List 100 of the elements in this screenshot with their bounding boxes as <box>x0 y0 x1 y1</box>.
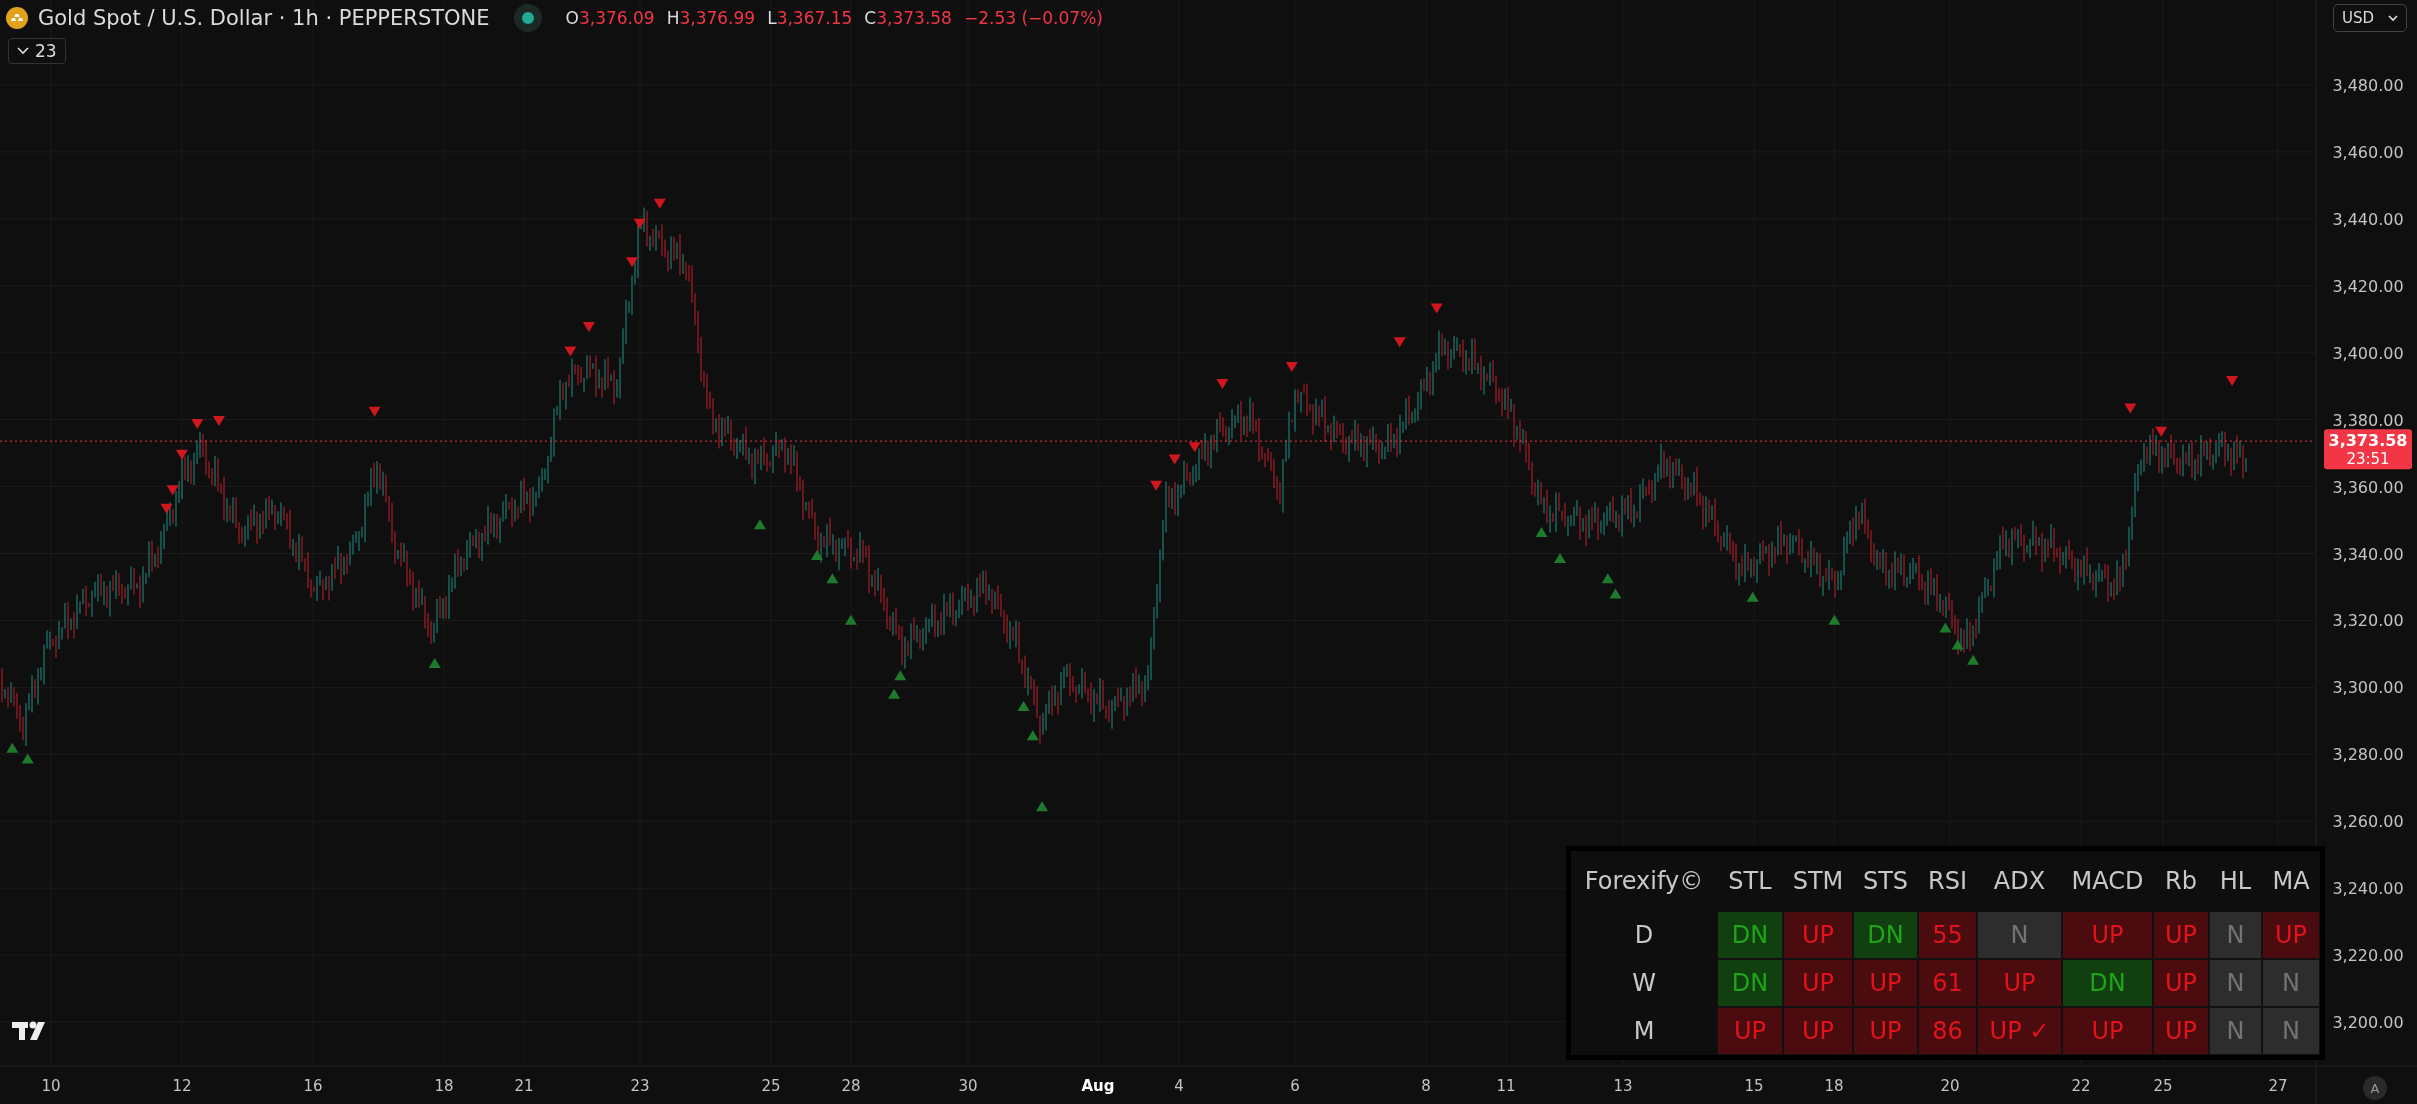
date-label: 8 <box>1421 1077 1431 1095</box>
price-label: 3,280.00 <box>2332 745 2404 765</box>
row-label: D <box>1633 920 1655 951</box>
down-triangle-icon <box>191 419 204 430</box>
price-label: 3,440.00 <box>2332 209 2404 229</box>
signal-cell: UP <box>2262 911 2320 959</box>
down-triangle-icon <box>2155 426 2168 437</box>
up-triangle-icon <box>428 657 441 668</box>
chevron-down-icon <box>17 47 29 55</box>
down-triangle-icon <box>1188 442 1201 453</box>
signal-cell: UP <box>1853 959 1918 1007</box>
up-triangle-icon <box>1554 553 1566 564</box>
symbol-title: Gold Spot / U.S. Dollar · 1h · PEPPERSTONE <box>38 6 490 30</box>
down-triangle-icon <box>1150 480 1163 491</box>
date-label: 15 <box>1744 1077 1764 1095</box>
price-label: 3,260.00 <box>2332 812 2404 832</box>
date-label: 22 <box>2071 1077 2091 1095</box>
price-label: 3,320.00 <box>2332 611 2404 631</box>
up-triangle-icon <box>1967 654 1980 665</box>
up-triangle-icon <box>1746 591 1759 602</box>
down-triangle-icon <box>653 198 666 209</box>
signal-cell: UP <box>1783 959 1853 1007</box>
signal-cell: N <box>1977 911 2062 959</box>
up-triangle-icon <box>1535 526 1548 537</box>
signal-cell: 86 <box>1918 1007 1977 1055</box>
signal-cell: DN <box>1717 911 1783 959</box>
up-triangle-icon <box>1036 801 1049 812</box>
down-triangle-icon <box>1430 303 1443 314</box>
signal-cell: N <box>2262 1007 2320 1055</box>
down-triangle-icon <box>2124 403 2137 414</box>
signal-cell: 55 <box>1918 911 1977 959</box>
price-label: 3,380.00 <box>2332 410 2404 430</box>
up-triangle-icon <box>1939 622 1952 633</box>
down-triangle-icon <box>582 321 595 332</box>
price-label: 3,340.00 <box>2332 544 2404 564</box>
up-triangle-icon <box>888 688 901 699</box>
logo-icon <box>12 1021 45 1040</box>
last-price-value: 3,373.58 <box>2328 431 2408 451</box>
date-label: 12 <box>172 1077 192 1095</box>
up-triangle-icon <box>1609 588 1622 599</box>
chevron-down-icon <box>2388 14 2398 22</box>
up-triangle-icon <box>6 742 19 753</box>
signal-cell: UP <box>2153 911 2209 959</box>
signal-cell: UP <box>2062 911 2153 959</box>
price-label: 3,360.00 <box>2332 477 2404 497</box>
column-header: HL <box>2218 866 2253 897</box>
up-triangle-icon <box>753 519 766 530</box>
date-label: 28 <box>841 1077 861 1095</box>
date-label: 10 <box>41 1077 61 1095</box>
date-label: 30 <box>958 1077 978 1095</box>
indicators-toggle[interactable]: 23 <box>8 38 66 64</box>
date-label: 25 <box>2153 1077 2173 1095</box>
down-triangle-icon <box>564 346 577 357</box>
auto-scale-button[interactable]: A <box>2363 1076 2387 1100</box>
column-header: MACD <box>2070 866 2145 897</box>
countdown-label: 23:51 <box>2346 450 2390 469</box>
up-triangle-icon <box>1017 701 1030 712</box>
ohlc-value: H3,376.99 <box>666 8 756 28</box>
price-label: 3,420.00 <box>2332 276 2404 296</box>
date-label: 21 <box>514 1077 534 1095</box>
price-label: 3,220.00 <box>2332 946 2404 966</box>
signal-cell: UP <box>1853 1007 1918 1055</box>
down-triangle-icon <box>166 485 179 496</box>
date-label: 27 <box>2268 1077 2288 1095</box>
signal-cell: DN <box>1717 959 1783 1007</box>
up-triangle-icon <box>826 573 839 584</box>
date-label: 23 <box>630 1077 650 1095</box>
currency-dropdown[interactable]: USD <box>2332 4 2407 32</box>
price-label: 3,480.00 <box>2332 76 2404 95</box>
price-label: 3,400.00 <box>2332 343 2404 363</box>
down-triangle-icon <box>626 257 638 268</box>
down-triangle-icon <box>160 503 173 514</box>
signal-cell: N <box>2209 911 2262 959</box>
up-triangle-icon <box>1601 573 1614 584</box>
down-triangle-icon <box>175 449 188 460</box>
date-label: 18 <box>434 1077 454 1095</box>
down-triangle-icon <box>1168 454 1181 465</box>
date-label: 6 <box>1290 1077 1300 1095</box>
date-label: 25 <box>761 1077 781 1095</box>
signal-cell: UP <box>1783 911 1853 959</box>
column-header: Rb <box>2164 866 2198 897</box>
signal-cell: N <box>2209 1007 2262 1055</box>
signal-cell: 61 <box>1918 959 1977 1007</box>
ohlc-value: O3,376.09 <box>565 8 655 28</box>
signal-cell: UP <box>1977 959 2062 1007</box>
row-label: W <box>1631 968 1657 999</box>
column-header: STM <box>1791 866 1845 897</box>
down-triangle-icon <box>633 218 646 229</box>
price-label: 3,240.00 <box>2332 879 2404 899</box>
price-label: 3,300.00 <box>2332 678 2404 698</box>
down-triangle-icon <box>368 406 381 417</box>
down-triangle-icon <box>1393 337 1406 348</box>
table-title: Forexify© <box>1583 866 1705 897</box>
date-label: 18 <box>1824 1077 1844 1095</box>
ohlc-value: C3,373.58 <box>864 8 952 28</box>
up-triangle-icon <box>21 753 34 764</box>
date-label: 11 <box>1496 1077 1516 1095</box>
column-header: STL <box>1727 866 1773 897</box>
column-header: ADX <box>1992 866 2047 897</box>
down-triangle-icon <box>2226 375 2239 386</box>
